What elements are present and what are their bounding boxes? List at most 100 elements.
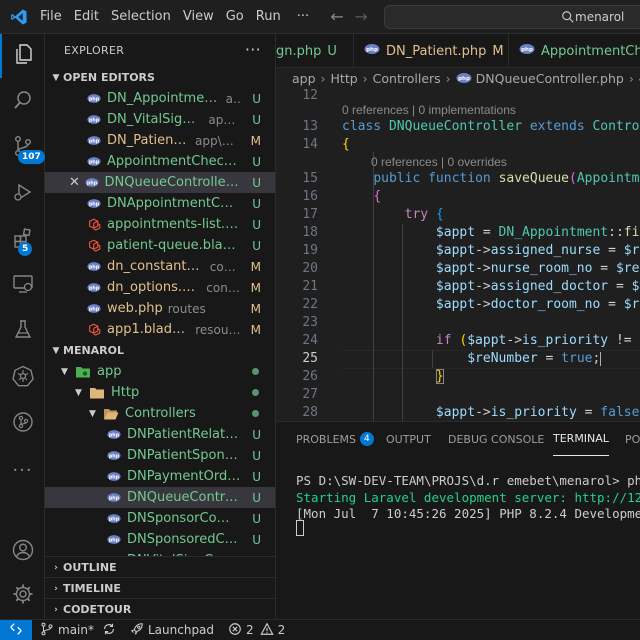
tree-file[interactable]: php DNPatientSponsorC... U xyxy=(45,445,275,466)
codelens-class[interactable]: 0 references | 0 implementations xyxy=(342,103,516,117)
code-line-24: if ($appt->is_priority != $re xyxy=(435,333,640,348)
open-editor-item[interactable]: patient-queue.blade.ph... U xyxy=(45,235,275,256)
menu-edit[interactable]: Edit xyxy=(68,0,105,34)
tree-item-name: Controllers xyxy=(125,406,196,421)
tree-item-name: DNPatientSponsorC... xyxy=(127,448,241,463)
debug-console-label: DEBUG CONSOLE xyxy=(448,432,545,446)
open-editor-item[interactable]: php DN_VitalSign.php app\... U xyxy=(45,109,275,130)
outline-header[interactable]: › OUTLINE xyxy=(45,556,275,577)
open-editor-item[interactable]: php dn_options.php config M xyxy=(45,277,275,298)
close-icon[interactable]: ✕ xyxy=(69,175,85,190)
launchpad-button[interactable]: Launchpad xyxy=(130,622,214,639)
gitlens-activity[interactable] xyxy=(0,402,45,446)
open-editor-item[interactable]: appointments-list.blade.... U xyxy=(45,214,275,235)
open-editor-path: resourc... xyxy=(195,322,241,337)
line-number: 12 xyxy=(302,88,318,103)
chevron-down-icon: ▼ xyxy=(61,366,68,377)
svg-text:php: php xyxy=(109,474,120,480)
extensions-activity[interactable]: 5 xyxy=(0,218,45,262)
tree-file[interactable]: php DNSponsoredCusto... U xyxy=(45,529,275,550)
error-icon xyxy=(228,622,246,639)
tab-terminal[interactable]: TERMINAL xyxy=(553,422,609,456)
git-status: U xyxy=(252,532,261,547)
menu-go[interactable]: Go xyxy=(220,0,250,34)
breadcrumb-item[interactable]: DNQueueController.php xyxy=(476,71,624,86)
tab-output[interactable]: OUTPUT xyxy=(386,422,431,456)
tab-ports[interactable]: PO xyxy=(625,422,640,456)
terminal-cursor[interactable] xyxy=(296,520,304,536)
open-editor-item[interactable]: app1.blade.php resourc... M xyxy=(45,319,275,340)
open-editor-path: config xyxy=(209,259,241,274)
explorer-title: EXPLORER xyxy=(64,44,125,57)
open-editor-item[interactable]: php web.php routes M xyxy=(45,298,275,319)
svg-text:php: php xyxy=(89,264,100,270)
tab-appointment-checkin[interactable]: php AppointmentChecki xyxy=(509,34,640,67)
open-editors-header[interactable]: ▼ OPEN EDITORS xyxy=(45,67,275,88)
tree-folder[interactable]: ▼ Controllers xyxy=(45,403,275,424)
tab-problems[interactable]: PROBLEMS 4 xyxy=(296,422,374,456)
source-control-activity[interactable]: 107 xyxy=(0,126,45,170)
accounts-activity[interactable] xyxy=(0,530,45,574)
branch-indicator[interactable]: main* xyxy=(40,622,94,639)
codetour-header[interactable]: › CODETOUR xyxy=(45,598,275,619)
git-status: U xyxy=(252,175,261,190)
run-debug-activity[interactable] xyxy=(0,172,45,216)
tab-debug-console[interactable]: DEBUG CONSOLE xyxy=(448,422,544,456)
remote-explorer-activity[interactable] xyxy=(0,264,45,308)
explorer-more-button[interactable]: ··· xyxy=(245,40,261,59)
php-file-icon: php xyxy=(87,92,101,106)
menu-file[interactable]: File xyxy=(34,0,68,34)
forward-arrow-icon[interactable]: → xyxy=(349,7,373,26)
menu-selection[interactable]: Selection xyxy=(105,0,177,34)
menu-view[interactable]: View xyxy=(177,0,220,34)
tree-file[interactable]: php DNQueueController.... U xyxy=(45,487,275,508)
remote-indicator[interactable] xyxy=(0,619,32,640)
more-views-icon[interactable]: ··· xyxy=(0,448,45,492)
files-icon xyxy=(12,42,36,70)
tree-file[interactable]: php DNPatientRelativeCo... U xyxy=(45,424,275,445)
explorer-activity[interactable] xyxy=(0,34,45,78)
tree-folder[interactable]: ▼ app xyxy=(45,361,275,382)
git-status: M xyxy=(250,322,261,337)
open-editor-item[interactable]: php dn_constants.php config M xyxy=(45,256,275,277)
open-editor-item[interactable]: php AppointmentCheckinRe... U xyxy=(45,151,275,172)
breadcrumb-item[interactable]: Controllers xyxy=(373,71,441,86)
problems-badge: 4 xyxy=(360,432,374,446)
terminal-line: Starting Laravel development server: htt… xyxy=(296,490,640,505)
manage-activity[interactable] xyxy=(0,574,45,618)
open-editor-item[interactable]: ✕php DNQueueController.ph... U xyxy=(45,172,275,193)
search-activity[interactable] xyxy=(0,80,45,124)
code-editor[interactable]: 12 13 14 15 16 17 18 19 20 21 22 23 24 25 26 27 28 0 ref… xyxy=(276,88,640,421)
testing-activity[interactable] xyxy=(0,310,45,354)
command-center-search[interactable]: menarol xyxy=(384,5,640,29)
open-editor-item[interactable]: php DN_Patient.php app\Mo... M xyxy=(45,130,275,151)
menu-run[interactable]: Run xyxy=(250,0,287,34)
codelens-method[interactable]: 0 references | 0 overrides xyxy=(371,155,507,169)
output-label: OUTPUT xyxy=(386,432,431,446)
tree-file[interactable]: php DNSponsorCompan... U xyxy=(45,508,275,529)
svg-text:php: php xyxy=(109,537,120,543)
php-file-icon: php xyxy=(519,43,535,59)
tab-vitalsign[interactable]: gn.php U xyxy=(276,34,354,67)
back-arrow-icon[interactable]: ← xyxy=(325,7,349,26)
kubernetes-activity[interactable] xyxy=(0,356,45,400)
tab-label: gn.php xyxy=(276,43,322,59)
git-status: U xyxy=(252,448,261,463)
breadcrumb-item[interactable]: Http xyxy=(331,71,358,86)
line-number: 20 xyxy=(302,261,318,276)
menu-more[interactable]: ··· xyxy=(291,0,315,34)
workspace-header[interactable]: ▼ MENAROL xyxy=(45,340,275,361)
tree-file[interactable]: php DNPaymentOrderCo... U xyxy=(45,466,275,487)
open-editor-item[interactable]: php DN_Appointment.php a... U xyxy=(45,88,275,109)
activity-bar: 107 5 ··· xyxy=(0,34,45,619)
open-editor-item[interactable]: php DNAppointmentControl... U xyxy=(45,193,275,214)
line-number: 22 xyxy=(302,297,318,312)
sync-button[interactable] xyxy=(102,622,120,639)
workspace-label: MENAROL xyxy=(63,344,125,357)
timeline-header[interactable]: › TIMELINE xyxy=(45,577,275,598)
tab-dn-patient[interactable]: php DN_Patient.php M xyxy=(354,34,509,67)
tree-folder[interactable]: ▼ Http xyxy=(45,382,275,403)
tree-item-name: Http xyxy=(111,385,140,400)
problems-indicator[interactable]: 2 2 xyxy=(228,622,285,639)
breadcrumb-item[interactable]: app xyxy=(292,71,316,86)
